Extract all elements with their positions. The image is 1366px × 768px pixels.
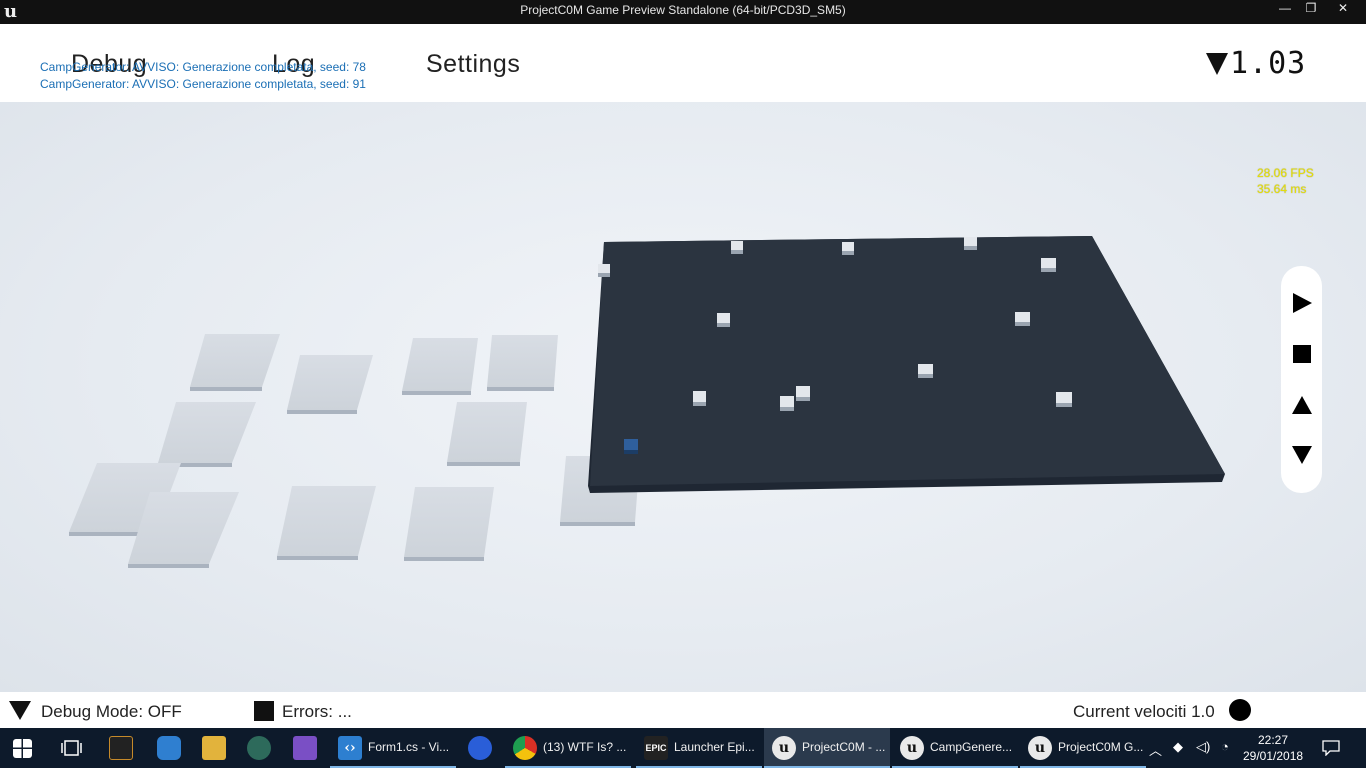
window-title: ProjectC0M Game Preview Standalone (64-b… (520, 3, 846, 17)
game-viewport[interactable]: 28.06 FPS 35.64 ms (0, 102, 1366, 692)
epic-icon: EPIC (644, 736, 668, 760)
taskbar-app-label: Form1.cs - Vi... (368, 740, 450, 754)
log-message: CampGenerator: AVVISO: Generazione compl… (40, 77, 366, 91)
windows-start-icon[interactable] (13, 739, 32, 758)
scene-render (69, 236, 1225, 568)
window-titlebar: u ProjectC0M Game Preview Standalone (64… (0, 0, 1366, 24)
velocity-circle-icon[interactable] (1229, 699, 1251, 721)
taskbar-app-label: ProjectC0M G... (1058, 740, 1144, 754)
chrome-icon (513, 736, 537, 760)
unreal-icon: u (772, 736, 796, 760)
taskbar-app-label: ProjectC0M - ... (802, 740, 886, 754)
restore-button[interactable]: ❐ (1298, 0, 1324, 18)
terminal-icon[interactable] (109, 736, 133, 760)
play-icon[interactable] (1293, 293, 1312, 313)
file-explorer-icon[interactable] (202, 736, 226, 760)
down-arrow-icon[interactable] (1292, 446, 1312, 464)
settings-gear-icon[interactable] (157, 736, 181, 760)
visual-studio-icon[interactable] (293, 736, 317, 760)
debug-toggle-icon[interactable] (9, 701, 31, 720)
unreal-icon: u (1028, 736, 1052, 760)
taskbar-app-label: CampGenere... (930, 740, 1013, 754)
taskbar-app-campgenerator[interactable]: u CampGenere... (892, 728, 1018, 768)
clock-date: 29/01/2018 (1243, 749, 1304, 763)
errors-label: Errors: ... (282, 702, 352, 721)
clock[interactable]: 22:27 29/01/2018 (1243, 732, 1303, 764)
taskbar-app-projectc0m-editor[interactable]: u ProjectC0M - ... (764, 728, 890, 768)
clock-time: 22:27 (1257, 733, 1289, 747)
top-menu-bar: Debug Log Settings CampGenerator: AVVISO… (0, 24, 1366, 102)
system-tray: ︿ ◆ ◁) ◔ 22:27 29/01/2018 (1146, 728, 1366, 768)
minimize-button[interactable]: — (1272, 0, 1298, 18)
playback-controls (1281, 266, 1322, 493)
version-label: 1.03 (1206, 46, 1306, 81)
windows-taskbar: ‹› Form1.cs - Vi... (13) WTF Is? ... EPI… (0, 728, 1366, 768)
wifi-icon[interactable]: ◔ (1221, 739, 1229, 754)
status-bar: Debug Mode: OFF Errors: ... Current velo… (0, 692, 1366, 728)
task-view-icon[interactable] (61, 740, 82, 756)
chevron-up-icon[interactable]: ︿ (1149, 740, 1162, 759)
dark-platform (588, 236, 1225, 493)
dropdown-triangle-icon (1206, 53, 1228, 75)
taskbar-app-label: (13) WTF Is? ... (543, 740, 627, 754)
floor-tiles (69, 334, 640, 568)
taskbar-app-epic[interactable]: EPIC Launcher Epi... (636, 728, 762, 768)
velocity-label: Current velociti 1.0 (1073, 702, 1215, 721)
menu-settings[interactable]: Settings (426, 50, 520, 79)
dropbox-icon[interactable]: ◆ (1173, 739, 1183, 755)
stop-icon[interactable] (1293, 345, 1311, 363)
frame-time-value: 35.64 ms (1257, 182, 1307, 196)
log-message: CampGenerator: AVVISO: Generazione compl… (40, 60, 366, 74)
notifications-icon[interactable] (1322, 740, 1340, 756)
taskbar-app-vscode[interactable]: ‹› Form1.cs - Vi... (330, 728, 456, 768)
debug-mode-label: Debug Mode: OFF (41, 702, 182, 721)
up-arrow-icon[interactable] (1292, 396, 1312, 414)
errors-square-icon[interactable] (254, 701, 274, 721)
fps-stats: 28.06 FPS 35.64 ms (1257, 165, 1314, 197)
unreal-icon: u (900, 736, 924, 760)
volume-icon[interactable]: ◁) (1196, 739, 1210, 755)
taskbar-app-label: Launcher Epi... (674, 740, 755, 754)
vscode-icon: ‹› (338, 736, 362, 760)
fps-value: 28.06 FPS (1257, 166, 1314, 180)
version-number: 1.03 (1230, 46, 1307, 81)
close-button[interactable]: ✕ (1330, 0, 1356, 18)
firefox-icon[interactable] (468, 736, 492, 760)
gitkraken-icon[interactable] (247, 736, 271, 760)
taskbar-app-projectc0m-game[interactable]: u ProjectC0M G... (1020, 728, 1146, 768)
taskbar-app-chrome[interactable]: (13) WTF Is? ... (505, 728, 631, 768)
